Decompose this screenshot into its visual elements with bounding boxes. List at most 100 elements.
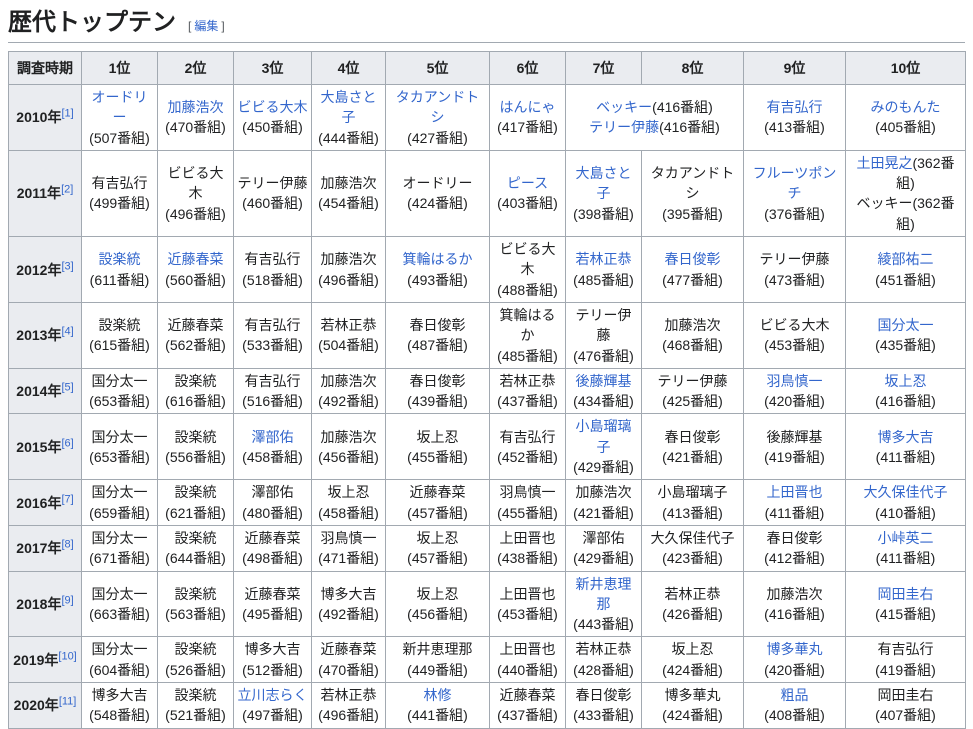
person-link[interactable]: 国分太一 (878, 317, 934, 333)
footnote-ref-link[interactable]: [9] (61, 594, 73, 606)
program-count: (405番組) (875, 119, 936, 136)
rank-cell: 有吉弘行 (452番組) (489, 413, 566, 481)
footnote-ref-link[interactable]: [5] (61, 382, 73, 394)
person-link[interactable]: 粗品 (781, 687, 809, 703)
cell-count-line: (417番組) (493, 117, 562, 137)
cell-name-line: 加藤浩次 (315, 371, 382, 391)
cell-name-line: 小峠英二 (849, 528, 962, 548)
footnote-ref-link[interactable]: [10] (58, 650, 76, 662)
rank-cell: 坂上忍 (458番組) (311, 479, 386, 526)
person-link[interactable]: 春日俊彰 (665, 251, 721, 267)
person-link[interactable]: ベッキー (596, 99, 652, 115)
program-count: (453番組) (497, 605, 558, 622)
person-link[interactable]: タカアンドトシ (396, 89, 479, 125)
rank-cell: 近藤春菜 (495番組) (233, 570, 312, 638)
footnote-ref-link[interactable]: [2] (61, 184, 73, 196)
program-count: (616番組) (165, 393, 226, 410)
person-link[interactable]: 若林正恭 (576, 251, 632, 267)
footnote-ref-link[interactable]: [6] (61, 437, 73, 449)
table-row: 2016年[7] 国分太一 (659番組) 設楽統 (621番組) 澤部佑 (480番組) 坂… (8, 479, 966, 526)
person-link[interactable]: 博多大吉 (878, 429, 934, 445)
person-link[interactable]: テリー伊藤 (589, 119, 659, 135)
program-count: (421番組) (573, 504, 634, 521)
cell-count-line: (487番組) (389, 335, 486, 355)
rank-cell: 近藤春菜 (457番組) (385, 479, 490, 526)
program-count: (427番組) (407, 129, 468, 146)
cell-entry-line: ベッキー(362番組) (849, 193, 962, 234)
year-label: 2012年 (16, 261, 62, 278)
program-count: (454番組) (318, 195, 379, 212)
person-name: 近藤春菜 (167, 317, 224, 334)
person-link[interactable]: 大島さと子 (321, 89, 377, 125)
program-count: (424番組) (662, 707, 723, 724)
person-link[interactable]: はんにゃ (500, 99, 556, 115)
footnote-ref-link[interactable]: [1] (61, 108, 73, 120)
person-link[interactable]: 羽鳥慎一 (767, 373, 823, 389)
program-count: (416番組) (652, 99, 713, 116)
program-count: (395番組) (662, 205, 723, 222)
program-count: (548番組) (89, 707, 150, 724)
program-count: (518番組) (242, 271, 303, 288)
cell-name-line: 羽鳥慎一 (493, 482, 562, 502)
person-link[interactable]: 加藤浩次 (168, 99, 224, 115)
year-label: 2019年 (13, 651, 59, 668)
cell-name-line: 近藤春菜 (237, 528, 308, 548)
person-link[interactable]: フルーツポンチ (753, 165, 837, 201)
person-link[interactable]: 博多華丸 (767, 641, 823, 657)
footnote-ref-link[interactable]: [4] (61, 326, 73, 338)
cell-count-line: (423番組) (645, 548, 740, 568)
cell-name-line: 坂上忍 (849, 371, 962, 391)
table-body: 2010年[1] オードリー (507番組) 加藤浩次 (470番組) ビビる大木 (450… (8, 84, 966, 729)
person-link[interactable]: 小峠英二 (878, 530, 934, 546)
footnote-ref-link[interactable]: [3] (61, 260, 73, 272)
cell-count-line: (492番組) (315, 604, 382, 624)
person-link[interactable]: 立川志らく (238, 687, 308, 703)
person-link[interactable]: オードリー (92, 89, 148, 125)
footnote-ref-link[interactable]: [8] (61, 539, 73, 551)
person-name: タカアンドトシ (650, 165, 735, 202)
person-link[interactable]: 大島さと子 (576, 165, 632, 201)
program-count: (477番組) (662, 271, 723, 288)
person-link[interactable]: 後藤輝基 (576, 373, 632, 389)
footnote-ref-link[interactable]: [7] (61, 493, 73, 505)
cell-count-line: (615番組) (85, 335, 154, 355)
program-count: (512番組) (242, 661, 303, 678)
person-link[interactable]: 箕輪はるか (403, 251, 473, 267)
person-link[interactable]: 坂上忍 (885, 373, 927, 389)
cell-count-line: (452番組) (493, 447, 562, 467)
person-link[interactable]: 林修 (424, 687, 452, 703)
year-label: 2018年 (16, 595, 62, 612)
person-name: 近藤春菜 (320, 641, 377, 658)
rank-cell: 土田晃之(362番組) ベッキー(362番組) (845, 149, 966, 238)
cell-count-line: (492番組) (315, 391, 382, 411)
person-link[interactable]: 土田晃之 (856, 155, 912, 171)
year-cell: 2018年[9] (8, 570, 82, 638)
cell-count-line: (521番組) (161, 705, 230, 725)
person-name: 若林正恭 (320, 317, 377, 334)
person-name: 後藤輝基 (766, 428, 823, 445)
person-name: 加藤浩次 (575, 484, 632, 501)
person-link[interactable]: 設楽統 (99, 251, 141, 267)
person-link[interactable]: 澤部佑 (252, 429, 294, 445)
cell-entry-line: テリー伊藤(416番組) (569, 117, 740, 137)
person-link[interactable]: 大久保佳代子 (864, 484, 948, 500)
person-link[interactable]: 上田晋也 (767, 484, 823, 500)
person-link[interactable]: ピース (507, 175, 548, 191)
person-link[interactable]: ビビる大木 (238, 99, 308, 115)
cell-name-line: 春日俊彰 (645, 427, 740, 447)
person-link[interactable]: 綾部祐二 (878, 251, 934, 267)
program-count: (428番組) (573, 661, 634, 678)
person-name: 近藤春菜 (244, 529, 301, 546)
program-count: (438番組) (497, 550, 558, 567)
rank-cell: テリー伊藤 (473番組) (743, 236, 846, 303)
person-link[interactable]: 小島瑠璃子 (576, 418, 632, 454)
cell-name-line: 国分太一 (85, 528, 154, 548)
person-link[interactable]: 近藤春菜 (168, 251, 224, 267)
edit-link[interactable]: 編集 (194, 19, 218, 33)
person-link[interactable]: 岡田圭右 (878, 586, 934, 602)
person-link[interactable]: 有吉弘行 (767, 99, 823, 115)
person-link[interactable]: 新井恵理那 (576, 576, 632, 612)
footnote-ref-link[interactable]: [11] (59, 696, 77, 708)
cell-name-line: 博多華丸 (747, 639, 842, 659)
person-link[interactable]: みのもんた (871, 99, 941, 115)
